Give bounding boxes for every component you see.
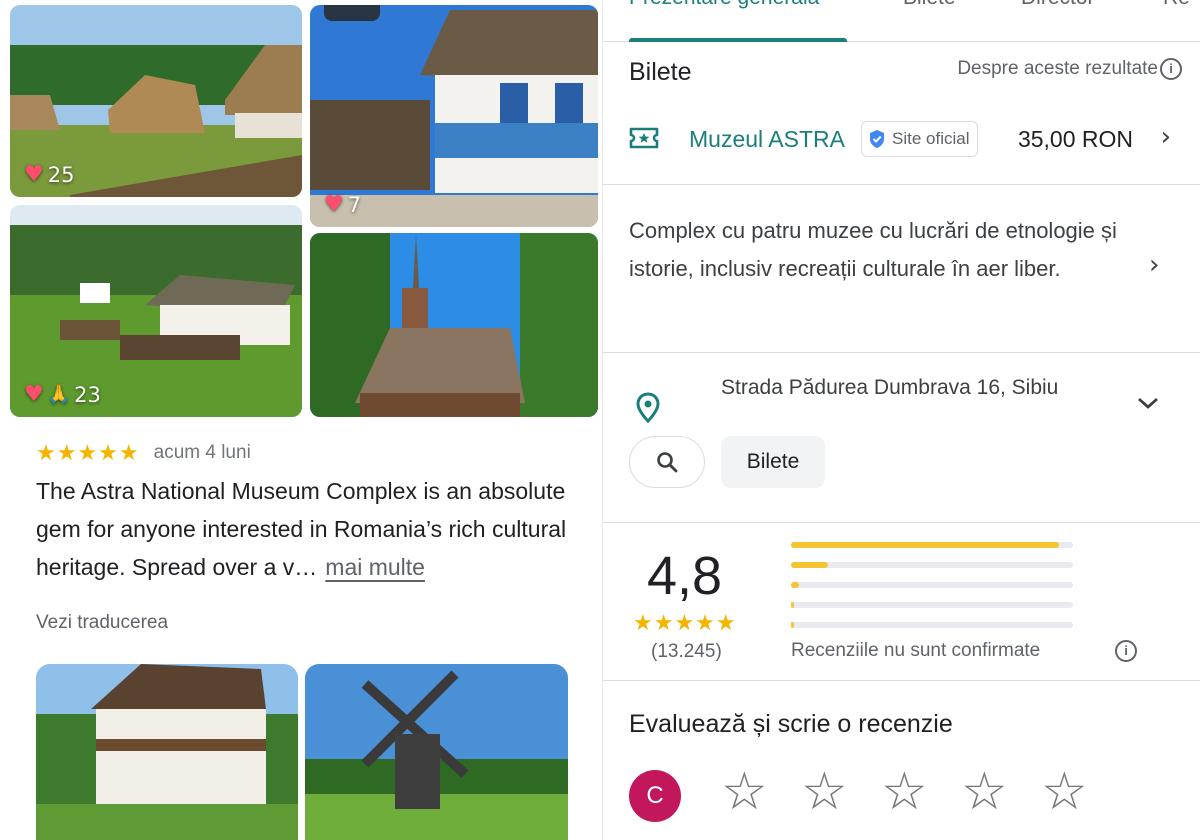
rating-bar-1 — [791, 622, 1073, 628]
rating-bar-4 — [791, 562, 1073, 568]
place-details-panel: Prezentare generală Bilete Director Re B… — [602, 0, 1200, 840]
likes-count: 25 — [47, 162, 75, 187]
review-panel: ♥ 25 ♥ 7 ♥ 🙏 23 ★★★★★ acum 4 luni The As… — [0, 0, 600, 840]
ticket-icon — [629, 126, 659, 155]
tab-bar: Prezentare generală Bilete Director Re — [603, 0, 1200, 42]
porch-house-image — [36, 664, 298, 840]
likes-badge: ♥ 7 — [324, 192, 361, 217]
about-results-link[interactable]: Despre aceste rezultate — [957, 58, 1158, 80]
active-tab-indicator — [629, 38, 847, 42]
review-text: The Astra National Museum Complex is an … — [36, 472, 581, 586]
tickets-heading: Bilete — [629, 58, 692, 86]
review-meta: ★★★★★ acum 4 luni — [36, 440, 251, 466]
heart-icon: ♥ — [24, 162, 44, 187]
info-icon[interactable]: i — [1115, 640, 1137, 662]
rating-bar-fill — [791, 562, 828, 568]
ticket-provider-name: Muzeul ASTRA — [689, 126, 845, 152]
rating-value: 4,8 — [647, 546, 723, 606]
video-duration-pill — [324, 5, 380, 21]
star-outline-icon[interactable]: ☆ — [721, 764, 768, 820]
review-photo-wooden-church[interactable] — [310, 233, 598, 417]
wooden-church-image — [310, 233, 598, 417]
official-site-label: Site oficial — [892, 129, 970, 148]
applause-icon: 🙏 — [47, 384, 71, 405]
divider — [603, 522, 1200, 523]
rating-bar-fill — [791, 622, 794, 628]
star-outline-icon[interactable]: ☆ — [801, 764, 848, 820]
review-photo-thatched-houses[interactable]: ♥ 25 — [10, 5, 302, 197]
place-description[interactable]: Complex cu patru muzee cu lucrări de etn… — [629, 212, 1149, 288]
star-outline-icon[interactable]: ☆ — [881, 764, 928, 820]
see-translation-link[interactable]: Vezi traducerea — [36, 612, 168, 634]
search-button[interactable] — [629, 436, 705, 488]
review-photo-house-with-fence[interactable]: ♥ 🙏 23 — [10, 205, 302, 417]
review-body: The Astra National Museum Complex is an … — [36, 478, 567, 580]
reviews-unconfirmed-note: Recenziile nu sunt confirmate — [791, 640, 1041, 661]
likes-badge: ♥ 25 — [24, 162, 74, 187]
star-outline-icon[interactable]: ☆ — [961, 764, 1008, 820]
tickets-chip[interactable]: Bilete — [721, 436, 825, 488]
avatar: C — [629, 770, 681, 822]
likes-count: 23 — [74, 382, 101, 407]
write-review-heading: Evaluează și scrie o recenzie — [629, 710, 953, 738]
ticket-price: 35,00 RON — [1017, 126, 1133, 152]
tab-directory[interactable]: Director — [1021, 0, 1095, 10]
tab-tickets[interactable]: Bilete — [903, 0, 956, 10]
review-photo-porch-house[interactable] — [36, 664, 298, 840]
address-text[interactable]: Strada Pădurea Dumbrava 16, Sibiu — [721, 376, 1058, 400]
rating-bar-5 — [791, 542, 1073, 548]
search-icon — [657, 452, 678, 473]
rating-stars: ★★★★★ — [633, 610, 737, 635]
divider — [603, 352, 1200, 353]
review-photo-windmill[interactable] — [305, 664, 568, 840]
more-link[interactable]: mai multe — [325, 554, 425, 580]
likes-badge: ♥ 🙏 23 — [24, 382, 101, 407]
tab-reviews[interactable]: Re — [1163, 0, 1190, 10]
windmill-image — [305, 664, 568, 840]
rating-bar-3 — [791, 582, 1073, 588]
heart-icon: ♥ — [24, 382, 44, 407]
divider — [603, 680, 1200, 681]
star-outline-icon[interactable]: ☆ — [1041, 764, 1088, 820]
location-pin-icon — [635, 392, 661, 429]
rating-bar-2 — [791, 602, 1073, 608]
likes-count: 7 — [347, 192, 362, 217]
tab-overview[interactable]: Prezentare generală — [629, 0, 819, 10]
divider — [603, 184, 1200, 185]
chevron-right-icon: › — [1160, 122, 1171, 152]
info-icon[interactable]: i — [1160, 58, 1182, 80]
chevron-down-icon[interactable] — [1137, 396, 1159, 415]
review-photo-blue-house[interactable]: ♥ 7 — [310, 5, 598, 227]
rating-bar-fill — [791, 582, 800, 588]
review-time: acum 4 luni — [153, 442, 251, 463]
rating-bar-fill — [791, 602, 794, 608]
ticket-offer-row[interactable]: Muzeul ASTRA Site oficial 35,00 RON › — [603, 112, 1200, 170]
rating-bar-fill — [791, 542, 1059, 548]
chevron-right-icon[interactable]: › — [1149, 250, 1159, 280]
verified-shield-icon — [870, 130, 884, 148]
rating-count[interactable]: (13.245) — [651, 641, 722, 663]
heart-icon: ♥ — [324, 192, 344, 217]
official-site-badge: Site oficial — [861, 121, 979, 157]
review-stars: ★★★★★ — [36, 440, 140, 465]
